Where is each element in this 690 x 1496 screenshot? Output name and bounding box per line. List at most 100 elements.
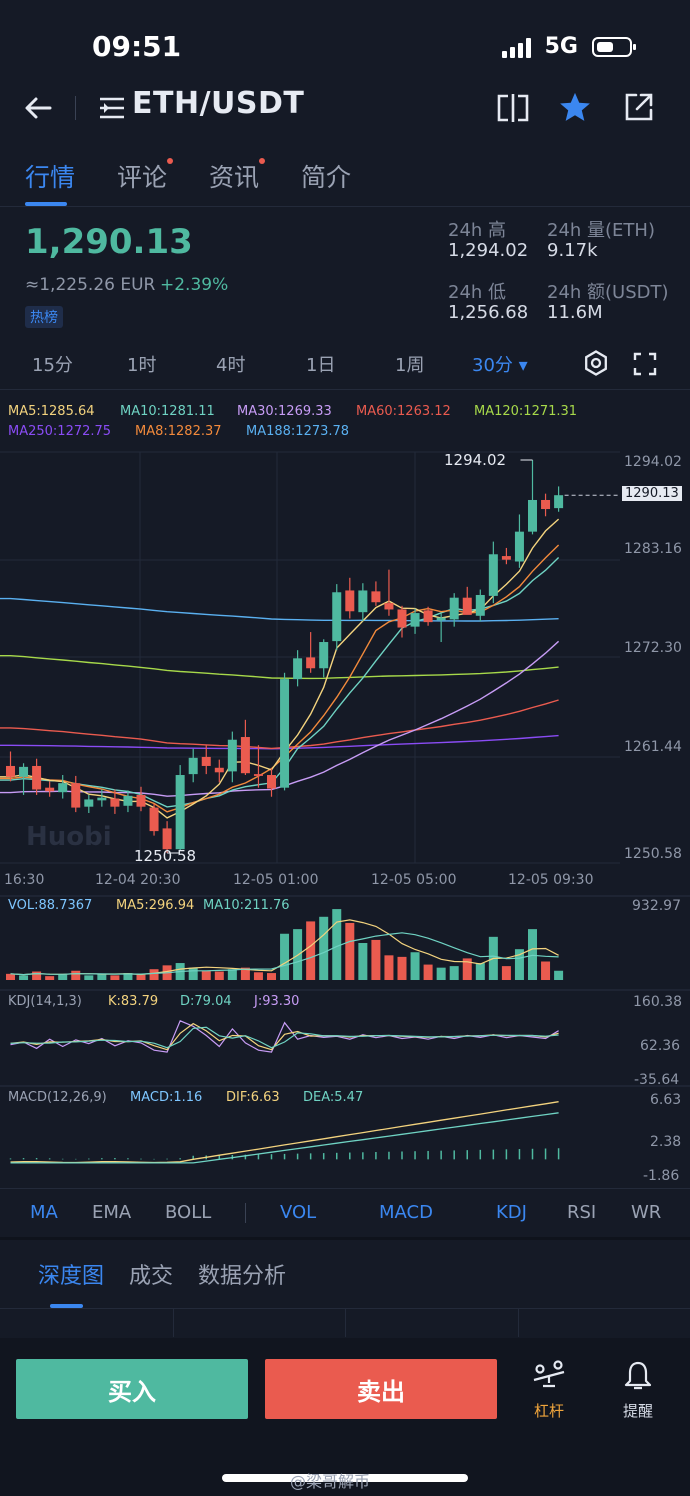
candle-body (541, 499, 551, 510)
volume-bar (253, 972, 263, 980)
interval-1d[interactable]: 1日 (306, 351, 335, 377)
favorite-button[interactable] (558, 90, 592, 124)
candle-body (436, 617, 446, 621)
divider (0, 206, 690, 207)
time-axis-label: 16:30 (4, 872, 45, 888)
indicator-macd[interactable]: MACD (379, 1202, 433, 1223)
interval-4h[interactable]: 4时 (216, 351, 245, 377)
volume-bar (306, 921, 316, 980)
volume-bar (32, 971, 42, 980)
sell-button[interactable]: 卖出 (265, 1359, 497, 1419)
candle-body (175, 775, 185, 850)
chart-settings-button[interactable] (583, 350, 609, 376)
volume-bar (6, 973, 15, 980)
volume-bar (227, 969, 237, 980)
interval-30m-dropdown[interactable]: 30分 ▾ (472, 351, 528, 377)
candle-body (345, 590, 355, 612)
tab-depth-chart[interactable]: 深度图 (38, 1258, 104, 1290)
tab-data-analysis[interactable]: 数据分析 (198, 1258, 286, 1290)
indicator-boll[interactable]: BOLL (165, 1202, 211, 1223)
interval-1w[interactable]: 1周 (395, 351, 424, 377)
candle-body (449, 597, 459, 620)
leverage-button[interactable]: 杠杆 (519, 1360, 579, 1421)
tab-market[interactable]: 行情 (25, 158, 75, 194)
indicator-wr[interactable]: WR (631, 1202, 661, 1223)
volume-value: 9.17k (547, 240, 598, 261)
split-view-icon (497, 94, 529, 122)
depth-grid-line (173, 1309, 174, 1337)
macd-axis-label: 6.63 (650, 1092, 682, 1108)
ma5-legend: MA5:1285.64 (8, 404, 95, 419)
candle-body (6, 765, 15, 777)
tab-news[interactable]: 资讯 (209, 158, 266, 194)
kdj-axis-label: 62.36 (640, 1038, 681, 1054)
alert-button[interactable]: 提醒 (608, 1360, 668, 1421)
candle-body (201, 756, 211, 766)
time-axis-label: 12-04 20:30 (95, 872, 181, 888)
time-axis-label: 12-05 01:00 (233, 872, 319, 888)
buy-button[interactable]: 买入 (16, 1359, 248, 1419)
low-value: 1,256.68 (448, 302, 529, 323)
depth-grid-line (345, 1309, 346, 1337)
candle-body (149, 807, 159, 832)
candle-body (188, 757, 198, 775)
back-button[interactable] (22, 92, 54, 124)
high-marker: 1294.02 (444, 451, 507, 469)
indicator-vol[interactable]: VOL (280, 1202, 316, 1223)
candle-body (554, 495, 564, 509)
divider (0, 1188, 690, 1189)
macd-title: MACD(12,26,9) (8, 1090, 107, 1105)
ma60-legend: MA60:1263.12 (356, 404, 451, 419)
candle-body (19, 766, 29, 777)
volume-bar (58, 974, 68, 980)
vol-axis-label: 932.97 (632, 898, 681, 914)
volume-bar (136, 974, 146, 980)
ma10-legend: MA10:1281.11 (120, 404, 215, 419)
status-time: 09:51 (92, 30, 182, 63)
volume-bar (214, 971, 224, 980)
indicator-kdj[interactable]: KDJ (496, 1202, 527, 1223)
candle-body (97, 797, 107, 801)
status-indicators: 5G (501, 34, 636, 59)
macd-dif-line (10, 1101, 559, 1164)
network-type: 5G (544, 34, 578, 59)
candle-body (280, 679, 290, 788)
tab-intro[interactable]: 简介 (301, 158, 351, 194)
pair-switch-button[interactable] (98, 95, 128, 121)
indicator-rsi[interactable]: RSI (567, 1202, 596, 1223)
tab-comments[interactable]: 评论 (117, 158, 174, 194)
header-divider (75, 96, 76, 120)
hot-list-badge[interactable]: 热榜 (25, 306, 63, 328)
signal-icon (501, 36, 531, 58)
indicator-ema[interactable]: EMA (92, 1202, 131, 1223)
interval-15m[interactable]: 15分 (32, 351, 73, 377)
volume-bar (71, 970, 81, 980)
volume-bar (188, 967, 198, 980)
candle-body (358, 590, 368, 613)
ma10-line (0, 556, 560, 808)
bell-icon (624, 1361, 652, 1390)
pair-title[interactable]: ETH/USDT (132, 86, 304, 121)
volume-bar (280, 933, 290, 980)
watermark-text: @梁哥解币 (290, 1472, 371, 1491)
candle-body (319, 642, 329, 669)
high-value: 1,294.02 (448, 240, 529, 261)
turnover-label: 24h 额(USDT) (547, 282, 669, 303)
ma30-legend: MA30:1269.33 (237, 404, 332, 419)
candlestick-chart[interactable] (0, 389, 690, 1189)
interval-1h[interactable]: 1时 (127, 351, 156, 377)
candle-body (306, 657, 316, 669)
candle-body (32, 765, 42, 790)
compare-button[interactable] (496, 92, 530, 124)
candle-body (227, 739, 237, 772)
candle-body (514, 531, 524, 562)
candle-body (110, 798, 120, 807)
share-button[interactable] (622, 90, 656, 124)
volume-bar (345, 922, 355, 980)
volume-bar (267, 973, 276, 980)
volume-bar (84, 975, 94, 980)
indicator-ma[interactable]: MA (30, 1202, 58, 1223)
volume-bar (449, 966, 459, 980)
fullscreen-button[interactable] (633, 352, 657, 376)
tab-trades[interactable]: 成交 (129, 1258, 173, 1290)
